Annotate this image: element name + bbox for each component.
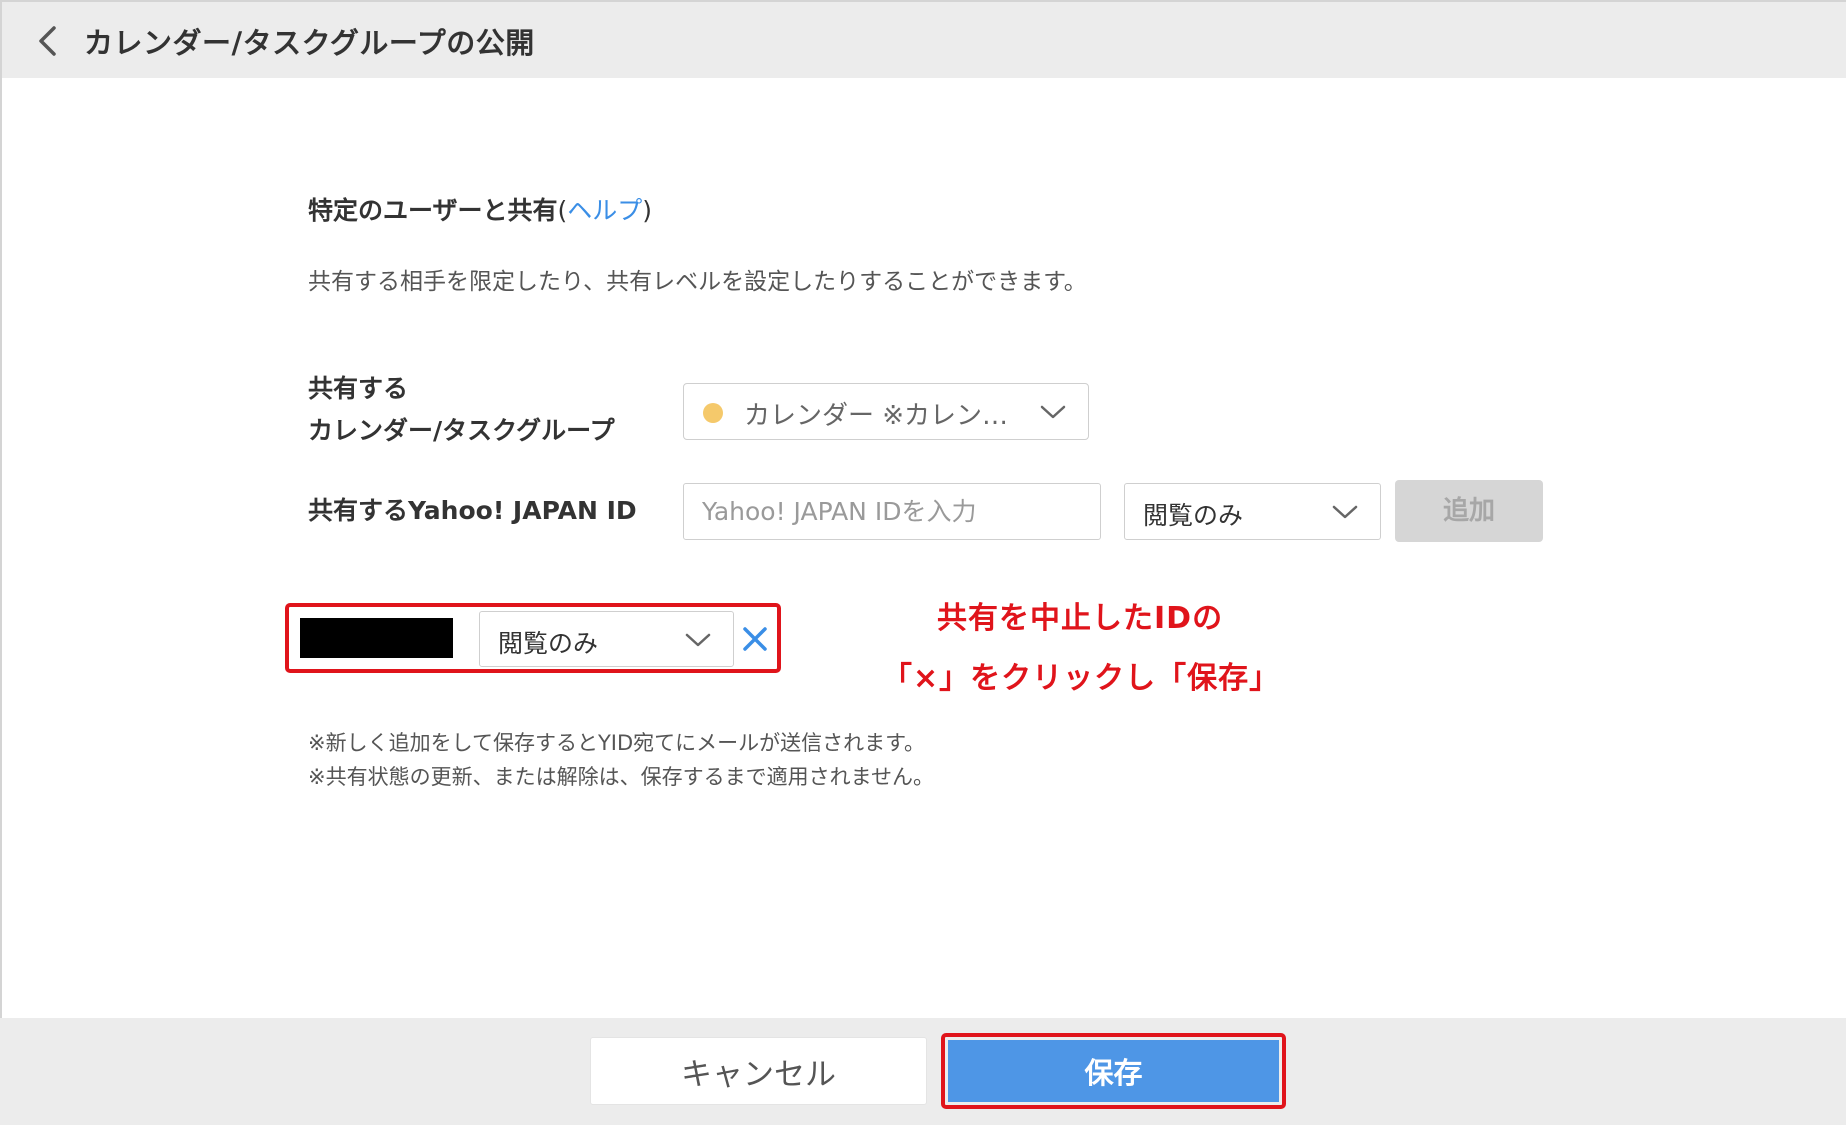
help-paren-open: ( xyxy=(557,196,568,225)
page-title: カレンダー/タスクグループの公開 xyxy=(84,26,535,60)
cancel-button[interactable]: キャンセル xyxy=(590,1037,927,1105)
section-title-text: 特定のユーザーと共有 xyxy=(308,196,558,225)
calendar-select-value: カレンダー ※カレン… xyxy=(744,401,1009,431)
calendar-select[interactable]: カレンダー ※カレン… xyxy=(683,383,1089,440)
share-level-value: 閲覧のみ xyxy=(1143,501,1244,530)
help-link[interactable]: ヘルプ xyxy=(567,196,642,225)
save-button[interactable]: 保存 xyxy=(948,1040,1279,1102)
note-line-1: ※新しく追加をして保存するとYID宛てにメールが送信されます。 xyxy=(308,731,926,755)
annotation-line-2: 「×」をクリックし「保存」 xyxy=(882,661,1281,696)
help-paren-close: ) xyxy=(642,196,653,225)
note-line-2: ※共有状態の更新、または解除は、保存するまで適用されません。 xyxy=(308,765,934,789)
shared-entry-level-select[interactable]: 閲覧のみ xyxy=(479,611,734,667)
chevron-down-icon xyxy=(685,633,711,647)
page-header: カレンダー/タスクグループの公開 xyxy=(0,0,1846,78)
calendar-label-line1: 共有する xyxy=(308,374,409,403)
share-level-select[interactable]: 閲覧のみ xyxy=(1124,483,1381,540)
chevron-down-icon xyxy=(1332,505,1358,519)
calendar-label: 共有する カレンダー/タスクグループ xyxy=(308,368,615,452)
content-area xyxy=(0,78,1846,1018)
section-description: 共有する相手を限定したり、共有レベルを設定したりすることができます。 xyxy=(308,269,1087,295)
calendar-color-dot xyxy=(703,403,723,423)
close-icon[interactable] xyxy=(741,625,769,653)
section-title: 特定のユーザーと共有(ヘルプ) xyxy=(308,191,652,227)
calendar-label-line2: カレンダー/タスクグループ xyxy=(308,416,615,445)
shared-entry-level-value: 閲覧のみ xyxy=(498,629,599,658)
chevron-left-icon[interactable] xyxy=(32,22,66,60)
yahoo-id-label: 共有するYahoo! JAPAN ID xyxy=(308,496,637,525)
annotation-line-1: 共有を中止したIDの xyxy=(937,601,1224,636)
chevron-down-icon xyxy=(1040,405,1066,419)
yahoo-id-input[interactable] xyxy=(683,483,1101,540)
add-button[interactable]: 追加 xyxy=(1395,480,1543,542)
redacted-shared-id xyxy=(300,618,453,658)
